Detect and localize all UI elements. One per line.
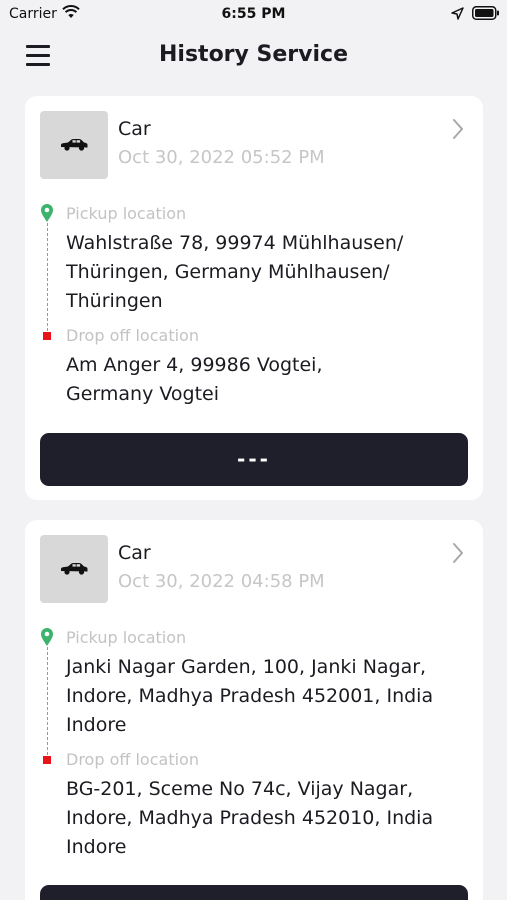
pickup-label: Pickup location [66,204,187,223]
route-dashed-line [47,647,48,755]
car-icon [61,563,88,575]
car-icon [61,139,88,151]
dropoff-label: Drop off location [66,326,199,345]
vehicle-type: Car [118,542,151,564]
page-title: History Service [159,42,348,67]
vehicle-thumbnail [40,111,108,179]
chevron-right-icon[interactable] [452,118,464,140]
vehicle-thumbnail [40,535,108,603]
pickup-address: Janki Nagar Garden, 100, Janki Nagar, In… [66,656,434,736]
status-bar: Carrier 6:55 PM [0,0,507,30]
app-header: History Service [0,30,507,86]
pickup-pin-icon [41,628,53,646]
dropoff-label: Drop off location [66,750,199,769]
trip-date: Oct 30, 2022 04:58 PM [118,571,325,592]
status-action-button[interactable] [40,885,468,900]
dropoff-marker [43,756,51,764]
pickup-address: Wahlstraße 78, 99974 Mühlhausen/ Thüring… [66,232,404,312]
route-dashed-line [47,223,48,331]
status-action-button[interactable]: --- [40,433,468,486]
pickup-label: Pickup location [66,628,187,647]
dropoff-address: Am Anger 4, 99986 Vogtei, Germany Vogtei [66,354,323,405]
history-card[interactable]: Car Oct 30, 2022 04:58 PM Pickup locatio… [25,520,483,900]
battery-icon [472,6,499,20]
history-card[interactable]: Car Oct 30, 2022 05:52 PM Pickup locatio… [25,96,483,500]
vehicle-type: Car [118,118,151,140]
clock: 6:55 PM [221,6,286,22]
chevron-right-icon[interactable] [452,542,464,564]
dropoff-address: BG-201, Sceme No 74c, Vijay Nagar, Indor… [66,778,434,858]
location-arrow-icon [451,7,464,20]
trip-date: Oct 30, 2022 05:52 PM [118,147,325,168]
pickup-pin-icon [41,204,53,222]
dropoff-marker [43,332,51,340]
